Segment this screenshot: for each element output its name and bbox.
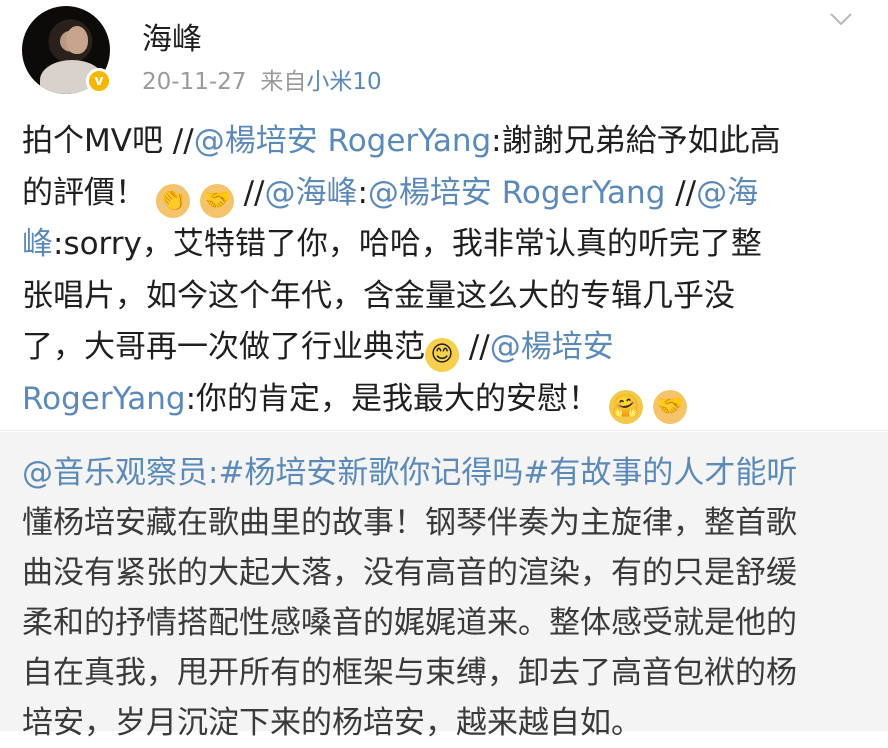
post-body: 拍个MV吧 //@楊培安 RogerYang:謝謝兄弟給予如此高 的評價！ 👏 … — [22, 116, 868, 425]
post-line-2: 的評價！ 👏 🤝 //@海峰:@楊培安 RogerYang //@海 — [22, 168, 868, 220]
post-date: 20-11-27 — [142, 69, 247, 95]
post-line-3: 峰:sorry，艾特错了你，哈哈，我非常认真的听完了整 — [22, 226, 762, 262]
smile-emoji-icon: 😊 — [425, 338, 459, 372]
mention-link[interactable]: @楊培安 RogerYang — [194, 123, 491, 159]
handshake-emoji-icon: 🤝 — [199, 183, 234, 218]
repost-line-6: 培安，岁月沉淀下来的杨培安，越来越自如。 — [22, 705, 642, 741]
hashtag-text[interactable]: :#杨培安新歌你记得吗#有故事的人才能听 — [208, 455, 797, 491]
username[interactable]: 海峰 — [142, 14, 202, 58]
mention-link[interactable]: @楊培安 RogerYang — [368, 175, 665, 211]
repost-line-3: 曲没有紧张的大起大落，没有高音的渲染，有的只是舒缓 — [22, 555, 797, 591]
clap-emoji-icon: 👏 — [155, 183, 190, 218]
mention-link[interactable]: @海 — [696, 175, 758, 211]
post-header: v 海峰 20-11-27 来自小米10 — [0, 0, 888, 100]
mention-link[interactable]: @海峰 — [264, 175, 357, 211]
mention-link[interactable]: 峰 — [22, 226, 53, 262]
avatar-face — [66, 26, 88, 54]
repost-line-4: 柔和的抒情搭配性感嗓音的娓娓道来。整体感受就是他的 — [22, 605, 797, 641]
divider — [0, 430, 888, 431]
reposted-content[interactable]: @音乐观察员:#杨培安新歌你记得吗#有故事的人才能听 懂杨培安藏在歌曲里的故事！… — [0, 432, 888, 741]
post-line-6: RogerYang:你的肯定，是我最大的安慰！ 🤗 🤝 — [22, 374, 868, 426]
source-device[interactable]: 小米10 — [306, 69, 381, 95]
post-meta: 20-11-27 来自小米10 — [142, 62, 382, 96]
mention-link[interactable]: @音乐观察员 — [22, 455, 208, 491]
repost-line-5: 自在真我，甩开所有的框架与束缚，卸去了高音包袱的杨 — [22, 655, 797, 691]
chevron-down-icon[interactable] — [828, 6, 854, 32]
mention-link[interactable]: RogerYang — [22, 381, 186, 417]
post-line-1: 拍个MV吧 //@楊培安 RogerYang:謝謝兄弟給予如此高 — [22, 123, 781, 159]
source-prefix: 来自 — [260, 69, 307, 95]
mention-link[interactable]: @楊培安 — [490, 329, 614, 365]
repost-line-2: 懂杨培安藏在歌曲里的故事！钢琴伴奏为主旋律，整首歌 — [22, 505, 797, 541]
verified-badge-icon: v — [86, 68, 112, 94]
post-line-4: 张唱片，如今这个年代，含金量这么大的专辑几乎没 — [22, 277, 735, 314]
repost-line-1: @音乐观察员:#杨培安新歌你记得吗#有故事的人才能听 — [22, 448, 868, 498]
hug-emoji-icon: 🤗 — [608, 389, 643, 424]
post-line-5: 了，大哥再一次做了行业典范 😊 //@楊培安 — [22, 322, 868, 374]
handshake-emoji-icon: 🤝 — [652, 389, 687, 424]
repost-body: @音乐观察员:#杨培安新歌你记得吗#有故事的人才能听 懂杨培安藏在歌曲里的故事！… — [22, 448, 868, 748]
